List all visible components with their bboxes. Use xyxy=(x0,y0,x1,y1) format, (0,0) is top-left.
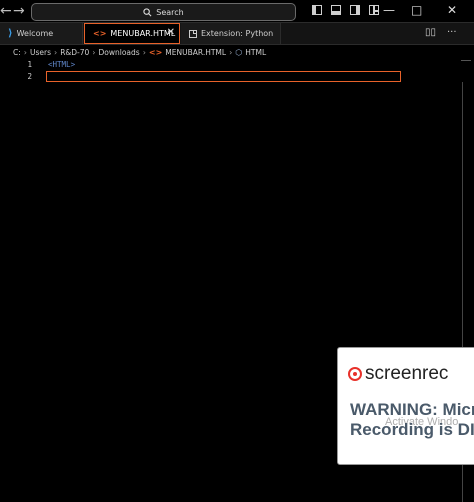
current-line-highlight xyxy=(46,71,401,82)
editor-tab-bar: ⟩ Welcome <> MENUBAR.HTML ✕ Extension: P… xyxy=(0,23,474,45)
title-bar: ← → Search — □ ✕ xyxy=(0,0,474,23)
minimap-ruler xyxy=(461,60,471,61)
toggle-primary-sidebar-icon[interactable] xyxy=(312,5,322,15)
html-brackets-icon: <> xyxy=(93,29,107,38)
warning-text: Recording is DIS xyxy=(350,420,474,439)
search-icon xyxy=(143,7,152,16)
chevron-right-icon: › xyxy=(23,47,27,57)
html-brackets-icon: <> xyxy=(148,47,163,57)
line-number: 2 xyxy=(27,72,32,81)
breadcrumb-item[interactable]: MENUBAR.HTML xyxy=(165,48,226,57)
toggle-panel-icon[interactable] xyxy=(331,5,341,15)
breadcrumb-item[interactable]: HTML xyxy=(245,48,266,57)
layout-controls xyxy=(312,5,379,15)
back-arrow-icon[interactable]: ← xyxy=(0,2,12,20)
screenrec-popup: screenrec WARNING: Micr Activate Windo R… xyxy=(337,347,474,465)
chevron-right-icon: › xyxy=(229,47,233,57)
breadcrumb-item[interactable]: R&D-70 xyxy=(60,48,89,57)
more-actions-icon[interactable]: ··· xyxy=(447,27,457,38)
symbol-cube-icon: ⬡ xyxy=(235,47,243,57)
breadcrumb-item[interactable]: Downloads xyxy=(98,48,139,57)
breadcrumb-item[interactable]: C: xyxy=(13,48,21,57)
chevron-right-icon: › xyxy=(142,47,146,57)
screenrec-logo: screenrec xyxy=(348,363,448,385)
tab-menubar-html[interactable]: <> MENUBAR.HTML ✕ xyxy=(84,23,180,44)
extension-icon xyxy=(189,29,197,38)
brand-name: screenrec xyxy=(365,363,449,384)
vscode-logo-icon: ⟩ xyxy=(8,28,13,39)
search-label: Search xyxy=(156,7,184,17)
toggle-secondary-sidebar-icon[interactable] xyxy=(350,5,360,15)
command-search-box[interactable]: Search xyxy=(31,3,296,21)
customize-layout-icon[interactable] xyxy=(369,5,379,15)
breadcrumb-item[interactable]: Users xyxy=(30,48,51,57)
maximize-button[interactable]: □ xyxy=(411,2,422,18)
record-icon xyxy=(348,367,362,381)
chevron-right-icon: › xyxy=(92,47,96,57)
chevron-right-icon: › xyxy=(53,47,58,57)
split-editor-icon[interactable]: ▯▯ xyxy=(425,27,436,38)
forward-arrow-icon[interactable]: → xyxy=(13,2,25,20)
tab-label: MENUBAR.HTML xyxy=(110,29,176,38)
tab-welcome[interactable]: ⟩ Welcome xyxy=(0,23,83,44)
code-line[interactable]: <HTML> xyxy=(48,60,75,69)
close-tab-icon[interactable]: ✕ xyxy=(167,27,175,38)
tab-label: Extension: Python xyxy=(201,29,274,38)
close-window-button[interactable]: ✕ xyxy=(447,2,457,18)
breadcrumb: C: › Users › R&D-70 › Downloads › <> MEN… xyxy=(13,45,266,59)
minimize-button[interactable]: — xyxy=(383,2,395,18)
tab-extension-python[interactable]: Extension: Python xyxy=(181,23,281,44)
tab-label: Welcome xyxy=(16,29,54,38)
line-number: 1 xyxy=(27,60,32,69)
